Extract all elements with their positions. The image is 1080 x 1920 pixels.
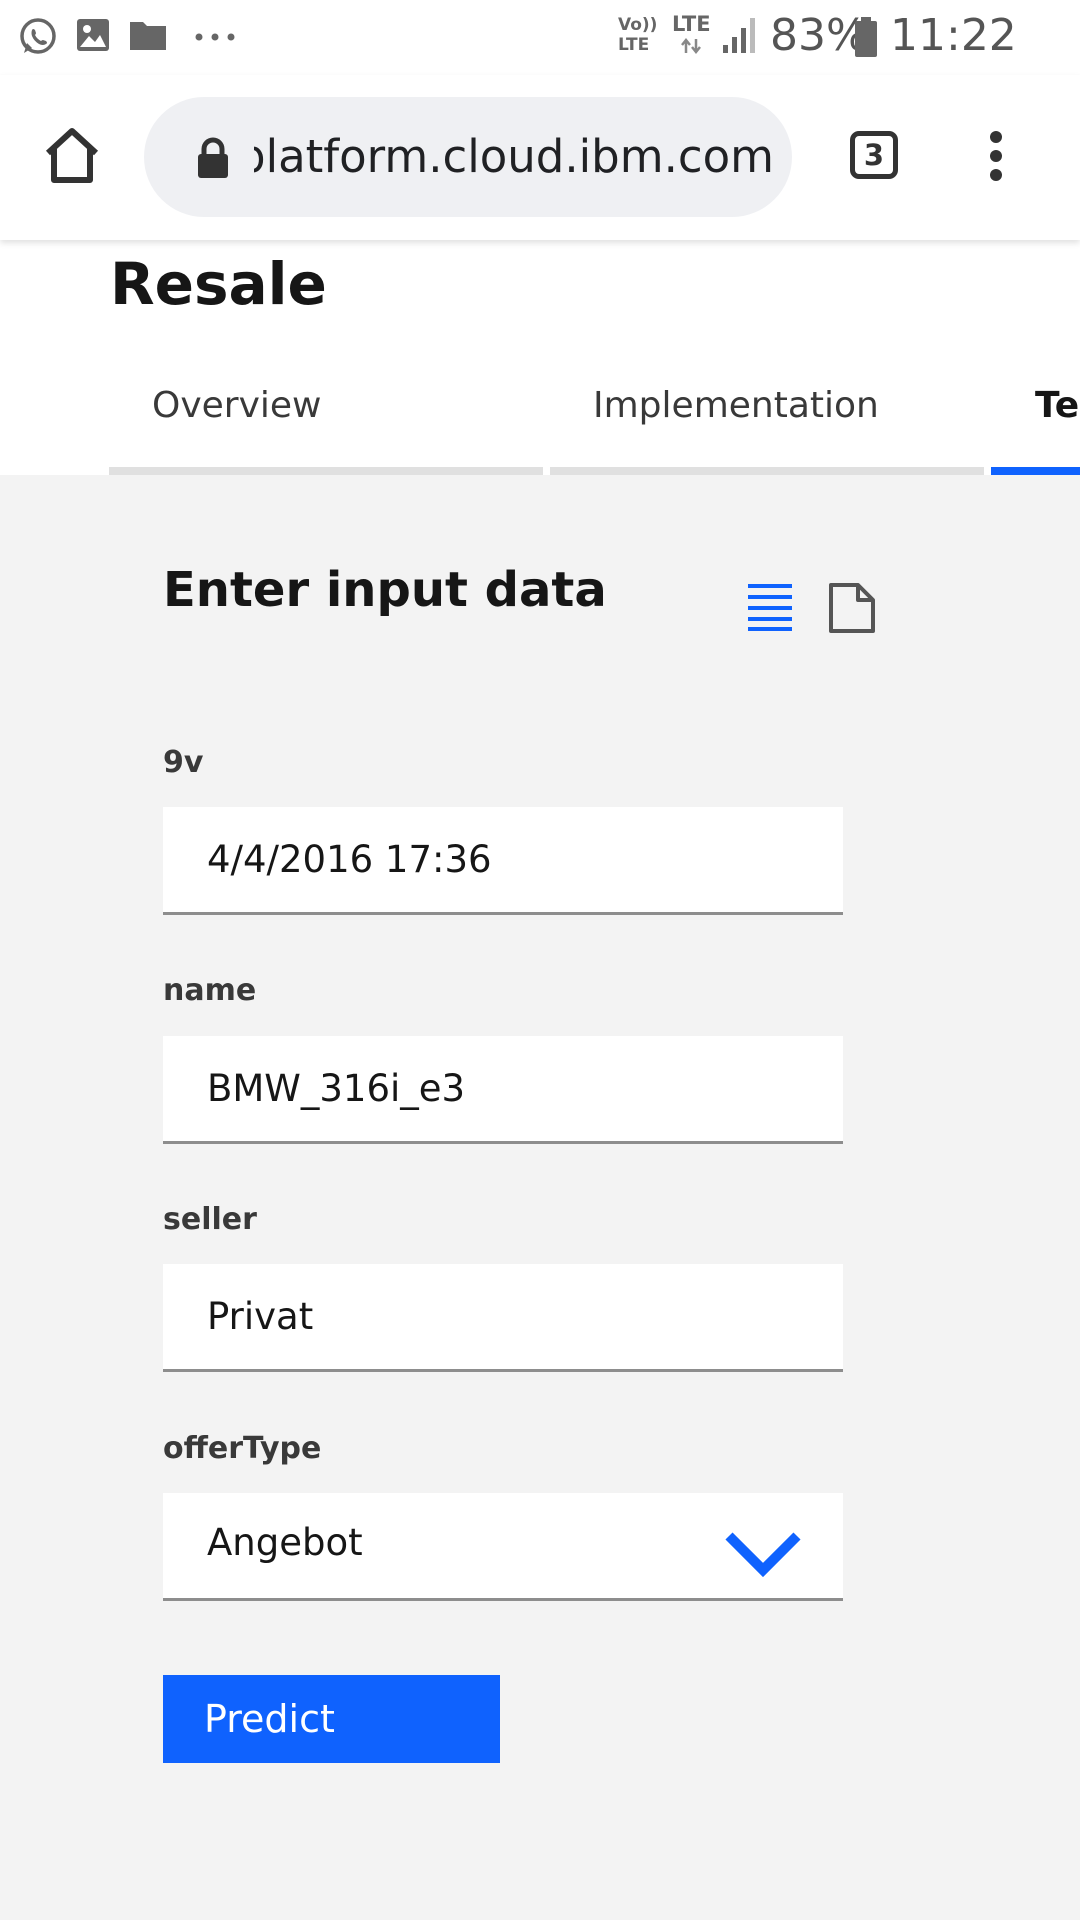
address-bar[interactable]: dataplatform.cloud.ibm.com	[144, 97, 792, 217]
field-label-9v: 9v	[163, 745, 204, 780]
more-horiz-icon	[195, 33, 235, 41]
lock-icon	[198, 137, 228, 178]
signal-icon	[723, 18, 755, 53]
browser-toolbar: dataplatform.cloud.ibm.com 3	[0, 75, 1080, 240]
offertype-select-value: Angebot	[207, 1521, 363, 1564]
data-arrows-icon	[681, 38, 701, 54]
tab-overview-underline	[109, 467, 543, 475]
volte-indicator-top: Vo))	[618, 15, 658, 35]
field-name-input[interactable]	[163, 1036, 843, 1144]
volte-indicator-bottom: LTE	[618, 35, 650, 55]
page-header: Resale Overview Implementation Test	[0, 240, 1080, 475]
more-vert-icon[interactable]	[988, 130, 1004, 182]
status-bar: Vo)) LTE LTE 83% 11:22 am	[0, 0, 1080, 112]
predict-button[interactable]: Predict	[163, 1675, 500, 1763]
form-title: Enter input data	[163, 562, 607, 618]
home-icon[interactable]	[43, 127, 101, 185]
page-title: Resale	[110, 250, 327, 318]
json-file-icon[interactable]	[828, 582, 876, 634]
lte-indicator: LTE	[672, 12, 711, 36]
tab-switcher-button[interactable]: 3	[850, 131, 898, 179]
image-icon	[77, 19, 109, 51]
tab-overview[interactable]: Overview	[152, 385, 322, 465]
tab-test[interactable]: Test	[1035, 385, 1080, 465]
whatsapp-icon	[20, 18, 56, 54]
folder-icon	[130, 22, 166, 50]
tab-test-underline	[991, 467, 1080, 475]
tab-implementation[interactable]: Implementation	[593, 385, 879, 465]
battery-icon	[855, 17, 877, 57]
field-seller-input[interactable]	[163, 1264, 843, 1372]
field-label-seller: seller	[163, 1202, 257, 1237]
chevron-down-icon	[725, 1532, 801, 1578]
field-label-offertype: offerType	[163, 1431, 322, 1466]
url-text[interactable]: dataplatform.cloud.ibm.com	[254, 125, 774, 189]
field-label-name: name	[163, 973, 257, 1008]
offertype-select[interactable]: Angebot	[163, 1493, 843, 1601]
tab-implementation-underline	[550, 467, 984, 475]
list-view-icon[interactable]	[747, 583, 793, 631]
field-9v-input[interactable]	[163, 807, 843, 915]
